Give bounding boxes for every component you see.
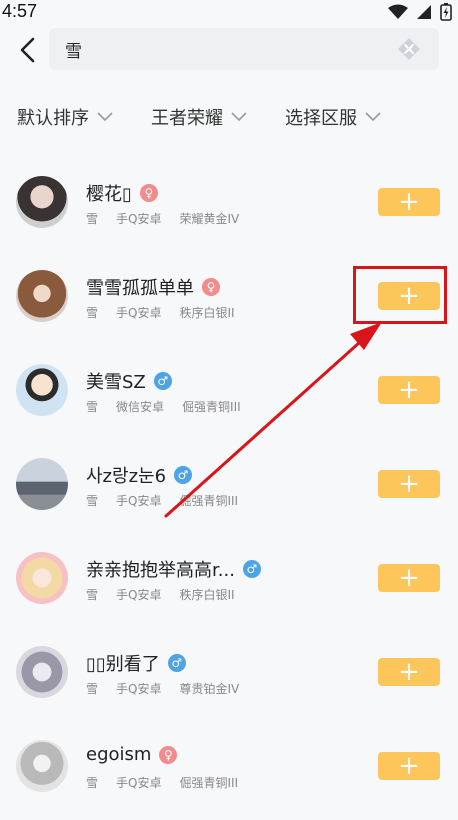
user-area: 雪 xyxy=(86,588,99,602)
filter-label: 默认排序 xyxy=(17,108,89,129)
search-header: 雪 xyxy=(0,28,458,76)
user-area: 雪 xyxy=(86,212,99,226)
female-icon: ♀ xyxy=(202,278,220,296)
filter-sort[interactable]: 默认排序 xyxy=(17,104,113,130)
user-area: 雪 xyxy=(86,494,99,508)
user-area: 雪 xyxy=(86,682,99,696)
signal-icon xyxy=(417,5,431,19)
add-friend-button[interactable]: + xyxy=(378,658,440,686)
user-rank: 秩序白银II xyxy=(179,306,235,320)
chevron-down-icon xyxy=(97,112,113,122)
user-platform: 手Q安卓 xyxy=(116,682,162,696)
female-icon: ♀ xyxy=(159,745,178,764)
user-platform: 手Q安卓 xyxy=(116,494,162,508)
user-area: 雪 xyxy=(86,400,99,414)
filter-server[interactable]: 选择区服 xyxy=(285,104,381,130)
avatar[interactable] xyxy=(16,646,68,698)
user-rank: 倔强青铜III xyxy=(182,400,241,414)
add-friend-button[interactable]: + xyxy=(378,752,440,780)
avatar[interactable] xyxy=(16,740,68,792)
avatar[interactable] xyxy=(16,270,68,322)
search-input[interactable]: 雪 xyxy=(49,28,439,70)
avatar[interactable] xyxy=(16,176,68,228)
user-rank: 秩序白银II xyxy=(179,588,235,602)
highlight-box xyxy=(353,266,447,324)
user-area: 雪 xyxy=(86,306,99,320)
chevron-down-icon xyxy=(231,112,247,122)
add-friend-button[interactable]: + xyxy=(378,376,440,404)
user-rank: 倔强青铜III xyxy=(179,776,239,790)
avatar[interactable] xyxy=(16,552,68,604)
user-platform: 手Q安卓 xyxy=(116,588,162,602)
back-arrow-icon[interactable] xyxy=(14,34,44,66)
avatar[interactable] xyxy=(16,458,68,510)
user-name: 亲亲抱抱举高高r... xyxy=(86,560,235,581)
wifi-icon xyxy=(388,4,408,19)
list-item[interactable]: ▯▯别看了 ♂ 雪 手Q安卓 尊贵铂金IV + xyxy=(0,630,458,724)
add-friend-button[interactable]: + xyxy=(378,188,440,216)
user-platform: 手Q安卓 xyxy=(116,776,162,790)
user-platform: 微信安卓 xyxy=(116,400,165,414)
add-friend-button[interactable]: + xyxy=(378,470,440,498)
user-name: 樱花▯ xyxy=(86,184,132,205)
add-friend-button[interactable]: + xyxy=(378,564,440,592)
user-name: 美雪SZ xyxy=(86,372,146,393)
filter-label: 王者荣耀 xyxy=(151,108,223,129)
status-bar: 4:57 xyxy=(0,0,458,26)
list-item[interactable]: 亲亲抱抱举高高r... ♂ 雪 手Q安卓 秩序白银II + xyxy=(0,536,458,630)
user-rank: 尊贵铂金IV xyxy=(179,682,240,696)
user-name: ▯▯别看了 xyxy=(86,654,160,675)
battery-icon xyxy=(440,3,452,21)
user-name: egoism xyxy=(86,744,152,765)
user-rank: 倔强青铜III xyxy=(179,494,239,508)
chevron-down-icon xyxy=(365,112,381,122)
filter-game[interactable]: 王者荣耀 xyxy=(151,104,247,130)
user-platform: 手Q安卓 xyxy=(116,306,162,320)
list-item[interactable]: 樱花▯ ♀ 雪 手Q安卓 荣耀黄金IV + xyxy=(0,160,458,254)
filter-bar: 默认排序 王者荣耀 选择区服 xyxy=(0,104,458,140)
list-item[interactable]: 사z랑z눈6 ♂ 雪 手Q安卓 倔强青铜III + xyxy=(0,442,458,536)
filter-label: 选择区服 xyxy=(285,108,357,129)
user-area: 雪 xyxy=(86,776,99,790)
avatar[interactable] xyxy=(16,364,68,416)
user-rank: 荣耀黄金IV xyxy=(179,212,240,226)
male-icon: ♂ xyxy=(242,560,261,578)
male-icon: ♂ xyxy=(167,654,186,672)
male-icon: ♂ xyxy=(174,466,193,484)
status-icons xyxy=(388,3,452,21)
user-platform: 手Q安卓 xyxy=(116,212,162,226)
male-icon: ♂ xyxy=(153,372,172,390)
user-name: 雪雪孤孤单单 xyxy=(86,278,194,299)
list-item[interactable]: egoism ♀ 雪 手Q安卓 倔强青铜III + xyxy=(0,724,458,818)
user-name: 사z랑z눈6 xyxy=(86,466,167,487)
female-icon: ♀ xyxy=(139,184,158,202)
clear-search-icon[interactable] xyxy=(397,37,421,61)
search-query[interactable]: 雪 xyxy=(65,37,82,62)
list-item[interactable]: 美雪SZ ♂ 雪 微信安卓 倔强青铜III + xyxy=(0,348,458,442)
status-time: 4:57 xyxy=(2,1,38,21)
